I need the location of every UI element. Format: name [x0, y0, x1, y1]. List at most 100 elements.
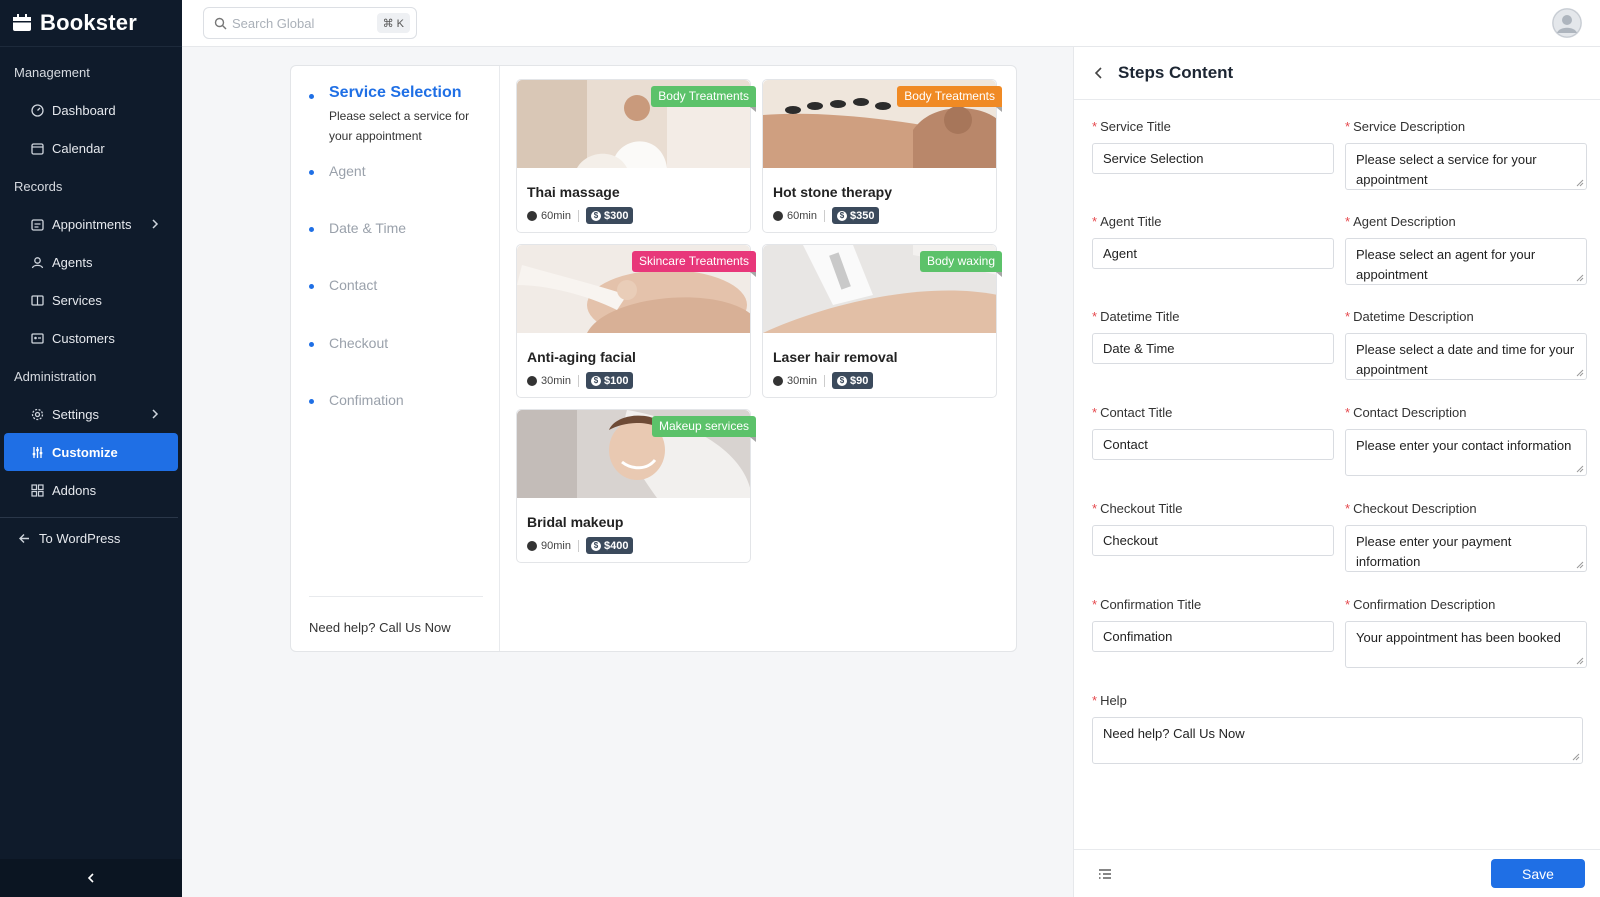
service-price-badge: $ $350 [831, 207, 880, 224]
checkout-title-input[interactable] [1092, 525, 1334, 556]
step-contact[interactable]: Contact [309, 277, 377, 293]
panel-header: Steps Content [1074, 47, 1600, 100]
arrow-left-icon [19, 533, 29, 543]
service-price-badge: $ $100 [585, 372, 634, 389]
topbar: Search Global ⌘ K [182, 0, 1600, 47]
to-wordpress-link[interactable]: To WordPress [0, 518, 182, 558]
help-text[interactable]: Need help? Call Us Now [309, 620, 451, 635]
help-divider [309, 596, 483, 597]
booking-preview: Service Selection Please select a servic… [290, 65, 1017, 652]
clock-icon [527, 375, 537, 386]
service-meta: 60min $ $350 [773, 207, 880, 224]
agent-description-textarea[interactable]: Please select an agent for your appointm… [1345, 238, 1587, 285]
clock-icon [527, 210, 537, 221]
service-name: Anti-aging facial [527, 349, 636, 365]
service-meta: 60min $ $300 [527, 207, 634, 224]
sidebar-item-calendar[interactable]: Calendar [0, 129, 182, 167]
category-tag: Skincare Treatments [631, 251, 757, 277]
chevron-left-icon[interactable] [1092, 66, 1106, 80]
service-card[interactable]: Skincare Treatments Anti-aging facial 30… [516, 244, 757, 398]
service-name: Bridal makeup [527, 514, 624, 530]
checkout-description-label: * Checkout Description [1345, 501, 1477, 516]
resize-grip-icon[interactable] [1572, 753, 1580, 761]
global-search[interactable]: Search Global ⌘ K [203, 7, 417, 39]
step-dot [309, 170, 314, 175]
sidebar-item-addons[interactable]: Addons [0, 471, 182, 509]
sidebar-item-services[interactable]: Services [0, 281, 182, 319]
step-title: Date & Time [329, 220, 407, 236]
service-price: $400 [603, 539, 629, 552]
dashboard-icon [30, 103, 44, 117]
step-date-time[interactable]: Date & Time [309, 220, 406, 236]
datetime-title-input[interactable] [1092, 333, 1334, 364]
agent-title-input[interactable] [1092, 238, 1334, 269]
checkout-description-textarea[interactable]: Please enter your payment information [1345, 525, 1587, 572]
help-textarea[interactable]: Need help? Call Us Now [1092, 717, 1583, 764]
sidebar-item-customize[interactable]: Customize [4, 433, 178, 471]
sidebar-item-settings[interactable]: Settings [0, 395, 182, 433]
help-label: * Help [1092, 693, 1127, 708]
service-card[interactable]: Body Treatments Hot stone therapy 60min … [762, 79, 1002, 233]
contact-description-textarea[interactable]: Please enter your contact information [1345, 429, 1587, 476]
step-checkout[interactable]: Checkout [309, 335, 388, 351]
step-confirmation[interactable]: Confimation [309, 392, 404, 408]
sidebar-item-label: Agents [52, 254, 93, 270]
step-service-selection[interactable]: Service Selection Please select a servic… [309, 84, 489, 146]
dollar-icon: $ [590, 540, 601, 551]
datetime-description-label: * Datetime Description [1345, 309, 1474, 324]
step-agent[interactable]: Agent [309, 163, 366, 179]
service-card[interactable]: Body Treatments Thai massage 60min $ $300 [516, 79, 756, 233]
sidebar-item-label: Settings [52, 406, 99, 422]
step-dot [309, 94, 314, 99]
search-icon [214, 17, 227, 29]
panel-title: Steps Content [1118, 63, 1234, 82]
resize-grip-icon[interactable] [1576, 657, 1584, 665]
service-card[interactable]: Makeup services Bridal makeup 90min $ $40… [516, 409, 757, 563]
brand[interactable]: Bookster [0, 0, 182, 47]
chevron-right-icon [152, 219, 159, 229]
category-tag: Body waxing [919, 251, 1003, 277]
appointments-icon [30, 217, 44, 231]
service-price-badge: $ $300 [585, 207, 634, 224]
service-price-badge: $ $90 [831, 372, 874, 389]
service-description-label: * Service Description [1345, 119, 1466, 134]
sidebar-item-appointments[interactable]: Appointments [0, 205, 182, 243]
service-name: Thai massage [527, 184, 620, 200]
service-title-label: * Service Title [1092, 119, 1171, 134]
step-dot [309, 227, 314, 232]
resize-grip-icon[interactable] [1576, 369, 1584, 377]
service-title-input[interactable] [1092, 143, 1334, 174]
list-icon[interactable] [1098, 867, 1112, 881]
app-name: Bookster [40, 10, 137, 35]
section-label-records: Records [14, 178, 63, 194]
meta-separator [577, 209, 579, 222]
confirmation-description-textarea[interactable]: Your appointment has been booked [1345, 621, 1587, 668]
resize-grip-icon[interactable] [1576, 179, 1584, 187]
sidebar-item-label: Appointments [52, 216, 132, 232]
user-icon [1552, 8, 1582, 38]
resize-grip-icon[interactable] [1576, 465, 1584, 473]
confirmation-title-input[interactable] [1092, 621, 1334, 652]
datetime-description-textarea[interactable]: Please select a date and time for your a… [1345, 333, 1587, 380]
save-button[interactable]: Save [1491, 859, 1585, 888]
sidebar-item-dashboard[interactable]: Dashboard [0, 91, 182, 129]
service-price: $300 [603, 209, 629, 222]
customize-icon [30, 445, 44, 459]
resize-grip-icon[interactable] [1576, 561, 1584, 569]
contact-title-input[interactable] [1092, 429, 1334, 460]
search-placeholder: Search Global [232, 15, 315, 31]
sidebar-collapse-button[interactable] [0, 859, 182, 897]
service-card[interactable]: Body waxing Laser hair removal 30min $ $9… [762, 244, 1003, 398]
avatar[interactable] [1552, 8, 1582, 38]
steps-list: Service Selection Please select a servic… [291, 66, 500, 651]
service-meta: 30min $ $90 [773, 372, 874, 389]
dollar-icon: $ [590, 210, 601, 221]
service-price: $350 [849, 209, 875, 222]
service-duration: 90min [541, 539, 571, 552]
calendar-icon [30, 141, 44, 155]
sidebar-item-customers[interactable]: Customers [0, 319, 182, 357]
service-description-textarea[interactable]: Please select a service for your appoint… [1345, 143, 1587, 190]
sidebar-item-agents[interactable]: Agents [0, 243, 182, 281]
agent-title-label: * Agent Title [1092, 214, 1162, 229]
resize-grip-icon[interactable] [1576, 274, 1584, 282]
